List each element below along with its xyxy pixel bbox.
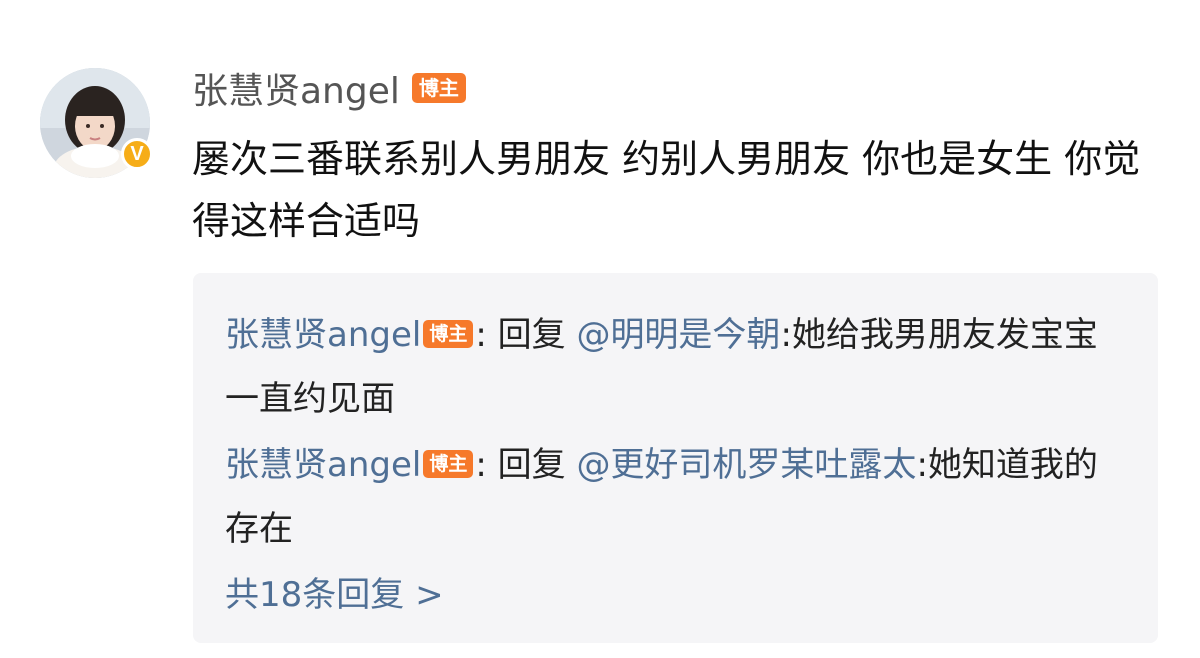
reply-keyword: : 回复	[475, 445, 577, 485]
reply-item: 张慧贤angel 博主: 回复 @明明是今朝:她给我男朋友发宝宝 一直约见面	[225, 303, 1115, 431]
mention-link[interactable]: @更好司机罗某吐露太	[576, 445, 916, 485]
author-name[interactable]: 张慧贤angel	[192, 62, 400, 114]
comment-header: 张慧贤angel 博主	[192, 62, 466, 114]
replies-panel: 张慧贤angel 博主: 回复 @明明是今朝:她给我男朋友发宝宝 一直约见面 张慧…	[193, 273, 1158, 643]
more-replies-link[interactable]: 共18条回复 >	[225, 565, 444, 625]
reply-author[interactable]: 张慧贤angel	[225, 315, 421, 355]
reply-author[interactable]: 张慧贤angel	[225, 445, 421, 485]
comment-text: 屡次三番联系别人男朋友 约别人男朋友 你也是女生 你觉得这样合适吗	[192, 137, 1141, 243]
mention-link[interactable]: @明明是今朝	[576, 315, 780, 355]
verified-badge-icon: V	[121, 138, 153, 170]
blogger-badge: 博主	[423, 450, 474, 478]
blogger-badge: 博主	[411, 73, 466, 103]
reply-keyword: : 回复	[475, 315, 577, 355]
reply-item: 张慧贤angel 博主: 回复 @更好司机罗某吐露太:她知道我的存在	[225, 433, 1115, 561]
blogger-badge: 博主	[423, 320, 474, 348]
comment-card: V 张慧贤angel 博主 屡次三番联系别人男朋友 约别人男朋友 你也是女生 你…	[0, 0, 1200, 658]
